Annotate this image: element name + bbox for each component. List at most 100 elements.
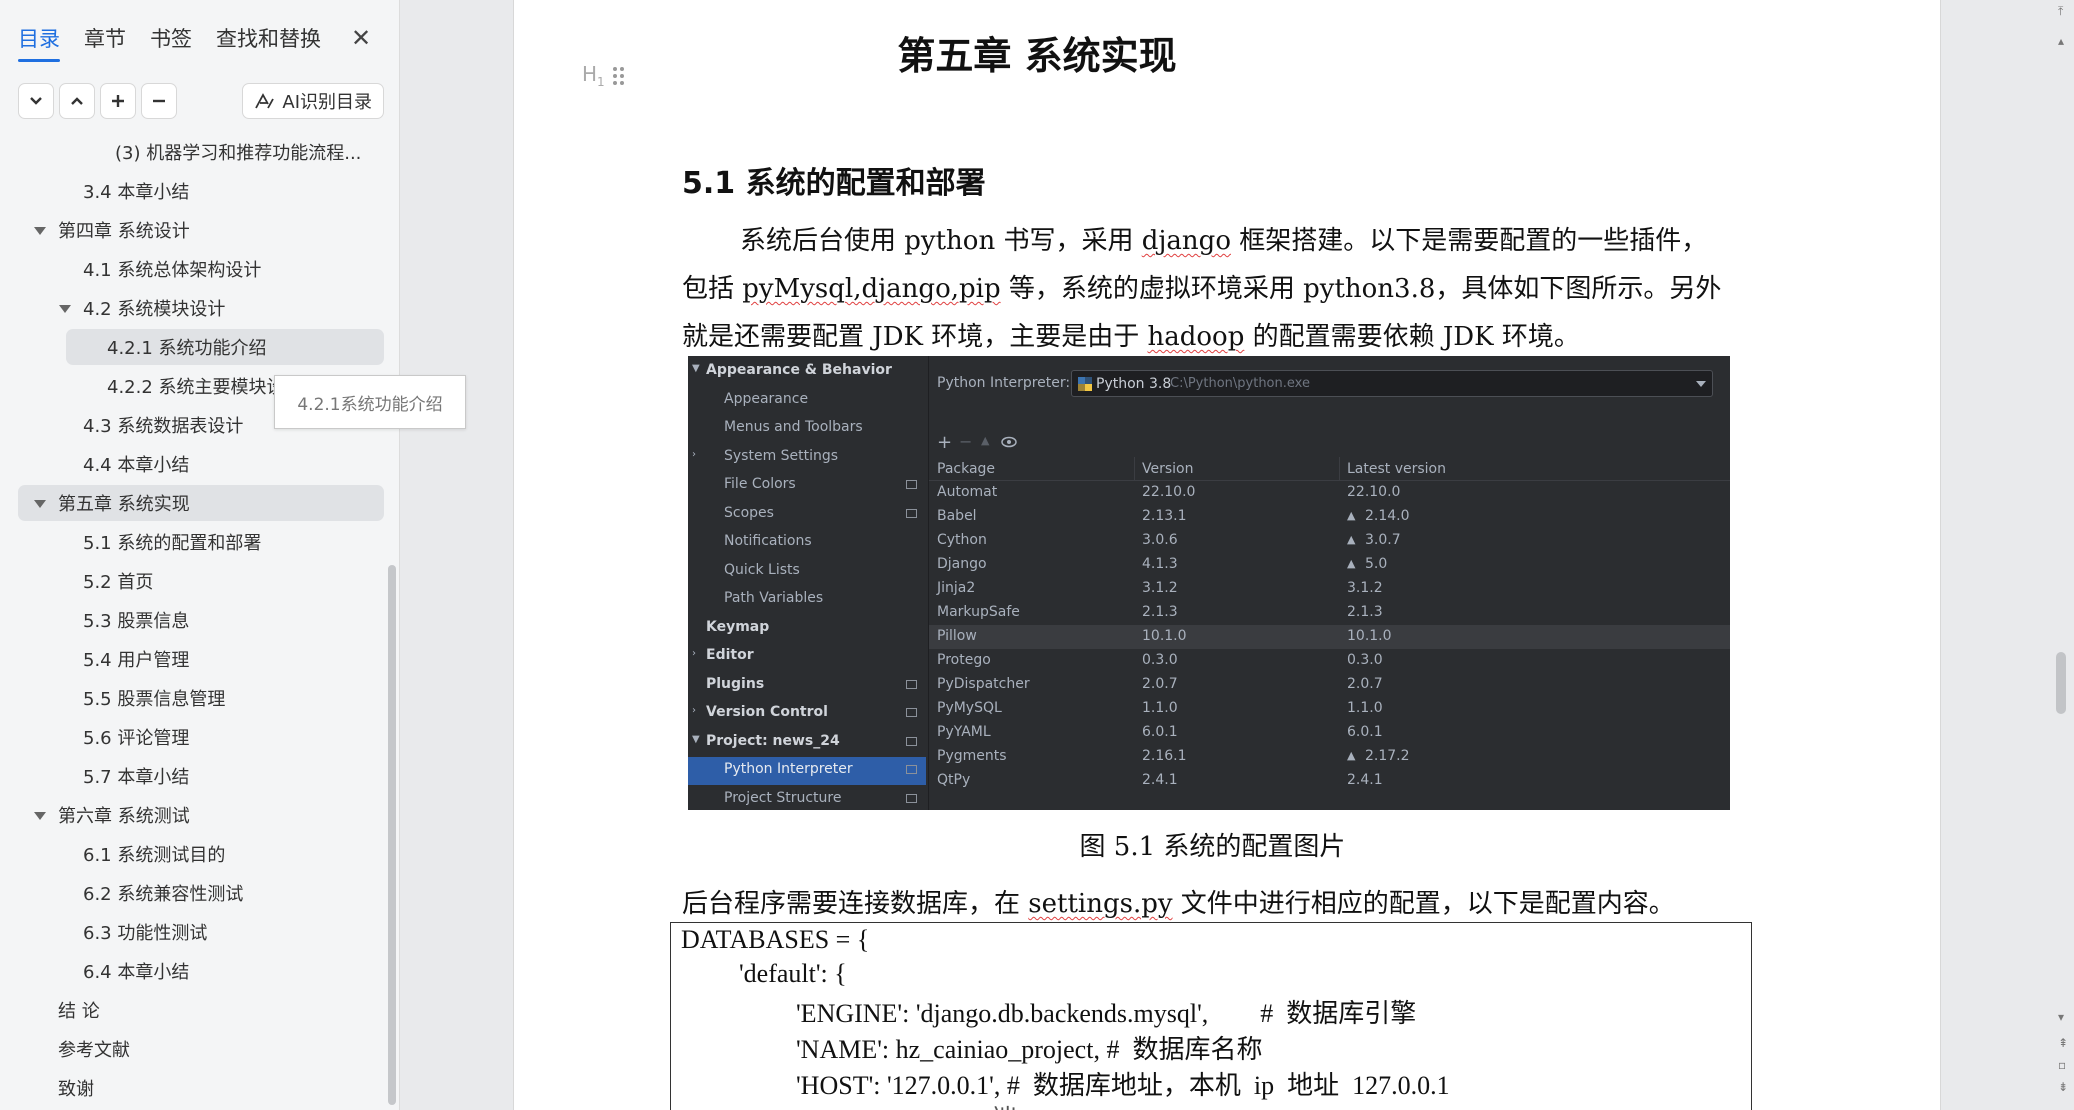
settings-tree-item: File Colors [724,476,796,492]
interpreter-label: Python Interpreter: [937,375,1071,391]
interpreter-panel: Python Interpreter: Python 3.8 C:\Python… [928,356,1730,810]
toc-item[interactable]: 4.1 系统总体架构设计 [18,251,384,287]
package-latest: 2.17.2 [1365,748,1410,764]
project-scope-icon [906,480,917,489]
toc-item-label: (3) 机器学习和推荐功能流程... [115,143,362,164]
project-scope-icon [906,508,917,518]
document-scrollbar[interactable]: ⤒ ▴ ▾ ⇞ ▫ ⇟ [2054,0,2074,1110]
expand-up-button[interactable] [59,83,95,119]
toc-item-label: 4.1 系统总体架构设计 [83,260,262,281]
toc-item[interactable]: 5.1 系统的配置和部署 [18,524,384,560]
page-icon[interactable]: ▫ [2058,1058,2066,1072]
settings-tree-item: Version Control [706,704,828,720]
project-scope-icon [906,736,917,746]
toc-sidebar: 目录 章节 书签 查找和替换 ✕ AI识别目录 (3) 机器学习和推荐功能流程.… [0,0,400,1110]
expand-caret-icon[interactable] [34,227,46,235]
package-version: 10.1.0 [1142,628,1187,644]
toc-item[interactable]: 参考文献 [18,1031,384,1067]
chevron-up-icon [71,97,83,105]
package-latest: 10.1.0 [1347,628,1392,644]
toc-item-label: 5.2 首页 [83,572,154,593]
toc-item[interactable]: (3) 机器学习和推荐功能流程... [18,134,384,170]
toc-item-label: 4.2 系统模块设计 [83,299,226,320]
toc-item[interactable]: 4.2.1 系统功能介绍 [66,329,384,365]
project-scope-icon [906,679,917,689]
add-button[interactable] [100,83,136,119]
settings-tree-item: Keymap [706,618,770,635]
expand-caret-icon[interactable] [34,812,46,820]
remove-button[interactable] [141,83,177,119]
toc-item[interactable]: 6.2 系统兼容性测试 [18,875,384,911]
toc-item[interactable]: 5.5 股票信息管理 [18,680,384,716]
toc-item-label: 6.3 功能性测试 [83,923,208,944]
package-latest: 2.4.1 [1347,772,1383,788]
toc-item-label: 6.2 系统兼容性测试 [83,884,244,905]
settings-tree-item: System Settings [724,447,839,464]
ai-magic-icon [255,93,275,109]
toc-item-label: 4.2.1 系统功能介绍 [107,338,267,359]
package-version: 3.0.6 [1142,532,1178,548]
package-name: Django [937,556,987,572]
next-page-icon[interactable]: ⇟ [2058,1080,2068,1094]
package-version: 2.16.1 [1142,748,1187,764]
toc-item-label: 第五章 系统实现 [58,494,190,515]
toc-item[interactable]: 结 论 [18,992,384,1028]
paragraph-line: 系统后台使用 python 书写，采用 django 框架搭建。以下是需要配置的… [740,226,1708,256]
toc-item[interactable]: 致谢 [18,1070,384,1106]
toc-item[interactable]: 5.6 评论管理 [18,719,384,755]
minus-icon [153,99,165,103]
code-line: 'NAME': hz_cainiao_project, # 数据库名称 [796,1035,1263,1064]
package-name: Cython [937,532,987,548]
plus-icon [112,95,124,107]
package-version: 1.1.0 [1142,700,1178,716]
toc-item[interactable]: 4.4 本章小结 [18,446,384,482]
toc-item[interactable]: 6.4 本章小结 [18,953,384,989]
dropdown-arrow-icon [1696,381,1706,387]
expand-caret-icon[interactable] [34,500,46,508]
toc-item[interactable]: 5.4 用户管理 [18,641,384,677]
package-latest: 22.10.0 [1347,484,1401,500]
toc-item[interactable]: 第四章 系统设计 [18,212,384,248]
toc-item-label: 5.5 股票信息管理 [83,689,226,710]
code-line: 'ENGINE': 'django.db.backends.mysql', # … [796,999,1417,1028]
toc-item-label: 6.4 本章小结 [83,962,190,983]
settings-tree-item: Scopes [724,504,774,521]
package-name: Protego [937,652,991,668]
collapsed-arrow-icon: › [692,705,696,716]
paragraph-line: 包括 pyMysql,django,pip 等，系统的虚拟环境采用 python… [682,274,1722,304]
toc-item[interactable]: 5.7 本章小结 [18,758,384,794]
package-latest: 0.3.0 [1347,652,1383,668]
toc-item[interactable]: 6.3 功能性测试 [18,914,384,950]
collapsed-arrow-icon: › [692,448,696,460]
scroll-top-icon[interactable]: ⤒ [2058,4,2063,19]
ai-toc-button[interactable]: AI识别目录 [242,83,384,119]
package-name: Babel [937,508,977,524]
collapse-down-button[interactable] [18,83,54,119]
toc-item[interactable]: 5.3 股票信息 [18,602,384,638]
paragraph-line: 就是还需要配置 JDK 环境，主要是由于 hadoop 的配置需要依赖 JDK … [682,322,1580,352]
upgrade-available-icon: ▲ [1347,509,1356,522]
prev-page-icon[interactable]: ⇞ [2058,1036,2068,1050]
toc-item[interactable]: 5.2 首页 [18,563,384,599]
scroll-up-icon[interactable]: ▴ [2058,34,2064,48]
toc-item[interactable]: 第五章 系统实现 [18,485,384,521]
document-scroll-thumb[interactable] [2056,652,2066,714]
toc-item[interactable]: 4.2 系统模块设计 [18,290,384,326]
package-name: PyMySQL [937,700,1002,716]
expand-caret-icon[interactable] [59,305,71,313]
package-latest: 2.14.0 [1365,508,1410,524]
package-name: Automat [937,484,998,500]
toc-item-label: 4.4 本章小结 [83,455,190,476]
toc-item-label: 5.6 评论管理 [83,728,190,749]
scroll-down-icon[interactable]: ▾ [2058,1010,2064,1024]
interpreter-path: C:\Python\python.exe [1170,376,1310,391]
toc-item-label: 3.4 本章小结 [83,182,190,203]
package-name: PyDispatcher [937,676,1030,692]
settings-tree-item: Appearance [724,390,809,407]
package-version: 4.1.3 [1142,556,1178,572]
toc-item[interactable]: 3.4 本章小结 [18,173,384,209]
toc-item-label: 5.3 股票信息 [83,611,190,632]
section-title: 5.1 系统的配置和部署 [682,166,986,201]
package-version: 2.1.3 [1142,604,1178,620]
ai-toc-label: AI识别目录 [282,92,372,113]
